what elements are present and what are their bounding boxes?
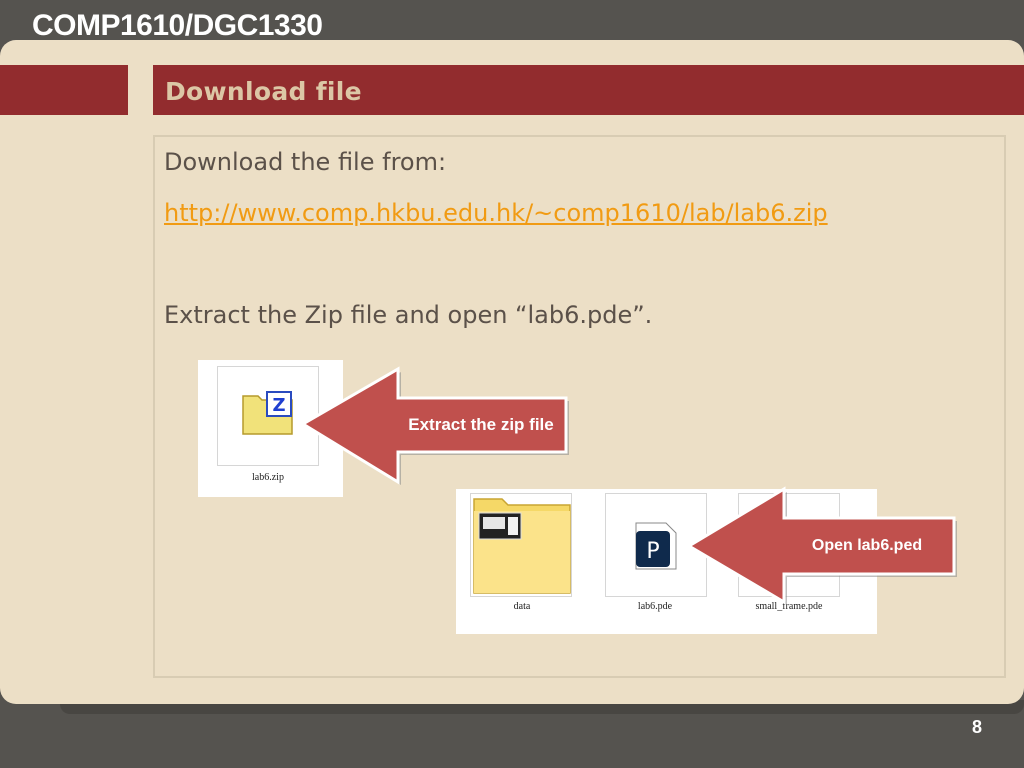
- slide-title: Download file: [165, 77, 362, 106]
- instruction-line-2: Extract the Zip file and open “lab6.pde”…: [164, 301, 653, 329]
- download-link[interactable]: http://www.comp.hkbu.edu.hk/~comp1610/la…: [164, 199, 828, 227]
- data-folder-icon: [473, 498, 571, 594]
- page-number: 8: [971, 717, 982, 737]
- title-band-left: [0, 65, 128, 115]
- processing-file-icon: P: [635, 522, 677, 570]
- zip-folder-icon: Z: [242, 391, 293, 435]
- extract-callout-label: Extract the zip file: [408, 415, 554, 434]
- file-name-data: data: [513, 601, 531, 612]
- instruction-line-1: Download the file from:: [164, 148, 447, 176]
- svg-text:Z: Z: [272, 395, 285, 416]
- svg-text:P: P: [646, 539, 659, 564]
- course-code: COMP1610/DGC1330: [32, 9, 323, 42]
- open-callout-label: Open lab6.ped: [811, 537, 923, 554]
